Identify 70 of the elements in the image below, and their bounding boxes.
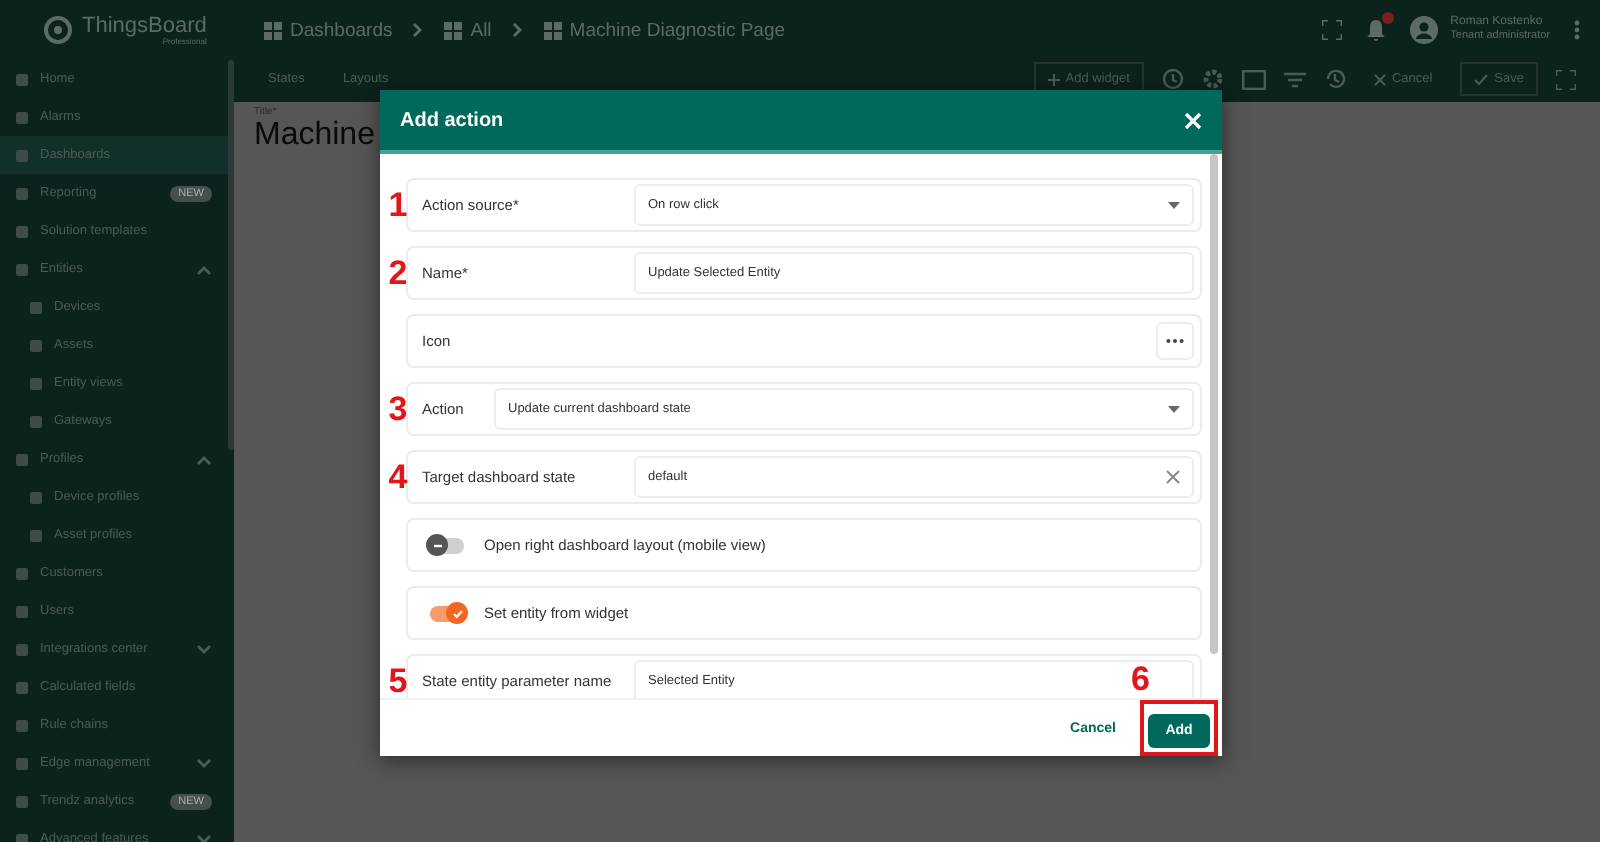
grid-icon [444, 21, 463, 39]
minus-icon [431, 539, 443, 551]
breadcrumb-link[interactable]: Dashboards [264, 19, 393, 41]
check-icon [1474, 73, 1489, 85]
breadcrumb-link[interactable]: All [444, 19, 492, 41]
filter-icon[interactable] [1283, 71, 1306, 87]
dropdown-icon [1168, 405, 1180, 413]
logo-name: ThingsBoard [82, 15, 207, 37]
logo-icon [40, 12, 76, 48]
chevron-icon [196, 643, 212, 655]
grid-icon [264, 21, 282, 39]
dots-icon [1166, 338, 1184, 344]
chevron-icon [196, 757, 212, 769]
history-icon[interactable] [1323, 68, 1346, 90]
breadcrumb-link[interactable]: Machine Diagnostic Page [543, 19, 786, 41]
toggle-switch[interactable] [426, 534, 468, 556]
clear-icon[interactable] [1166, 470, 1180, 484]
grid-icon [543, 21, 562, 39]
step-number: 2 [388, 256, 408, 290]
fullscreen-icon[interactable] [1556, 69, 1576, 89]
square-icon [16, 73, 28, 85]
scrollbar-thumb[interactable] [1210, 154, 1218, 654]
square-icon [16, 757, 28, 769]
step-number: 4 [388, 460, 408, 494]
close-icon [1373, 73, 1386, 85]
chevron-icon [412, 22, 425, 38]
square-icon [16, 833, 28, 842]
monitor-icon[interactable] [1241, 69, 1266, 89]
chevron-icon [511, 22, 524, 38]
dialog-title: Add action [400, 109, 504, 131]
more-button[interactable] [1156, 322, 1194, 360]
square-icon [30, 301, 42, 313]
square-icon [16, 187, 28, 199]
close-icon[interactable] [1184, 111, 1202, 129]
bell-icon[interactable] [1366, 17, 1387, 42]
chevron-icon [196, 833, 212, 842]
square-icon [16, 263, 28, 275]
square-icon [30, 377, 42, 389]
notification-dot [1382, 11, 1395, 24]
dashboard-title: Machine [254, 118, 375, 154]
square-icon [16, 111, 28, 123]
square-icon [16, 795, 28, 807]
square-icon [16, 453, 28, 465]
gear-icon[interactable] [1201, 68, 1224, 90]
square-icon [16, 149, 28, 161]
chevron-icon [196, 453, 212, 465]
scrollbar-thumb[interactable] [228, 60, 234, 450]
avatar-icon [1410, 15, 1439, 44]
toggle-switch[interactable] [426, 602, 468, 624]
fullscreen-icon[interactable] [1322, 19, 1343, 40]
chevron-icon [196, 263, 212, 275]
square-icon [30, 415, 42, 427]
check-icon [451, 607, 463, 619]
square-icon [30, 491, 42, 503]
step-number: 5 [388, 664, 408, 698]
square-icon [16, 681, 28, 693]
step-number: 6 [1131, 662, 1150, 696]
plus-icon [1047, 73, 1060, 85]
step-number: 3 [388, 392, 408, 426]
square-icon [30, 339, 42, 351]
step-number: 1 [388, 188, 408, 222]
clock-icon[interactable] [1161, 68, 1184, 90]
square-icon [16, 643, 28, 655]
square-icon [16, 719, 28, 731]
square-icon [16, 225, 28, 237]
square-icon [16, 567, 28, 579]
more-icon[interactable] [1574, 19, 1580, 40]
square-icon [30, 529, 42, 541]
square-icon [16, 605, 28, 617]
dropdown-icon [1168, 201, 1180, 209]
